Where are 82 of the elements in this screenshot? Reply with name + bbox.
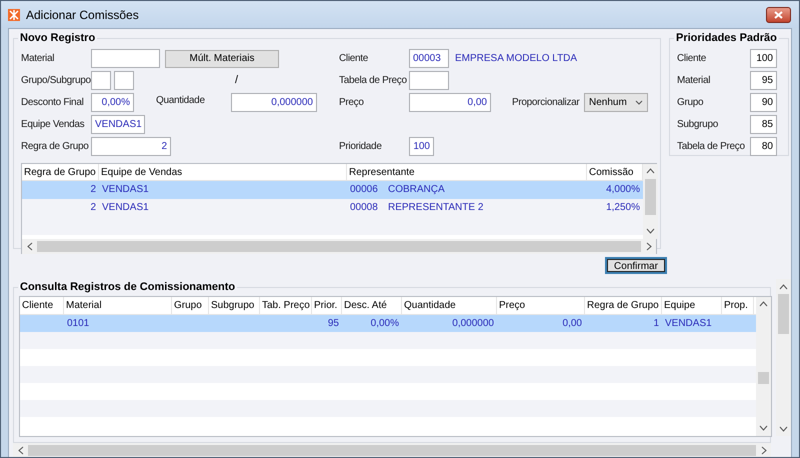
field-label: Desconto Final	[21, 96, 84, 110]
close-button[interactable]	[766, 6, 791, 22]
group-title: Consulta Registros de Comissionamento	[19, 280, 236, 295]
field-label: Grupo	[677, 96, 704, 110]
input-field[interactable]: 0,00%	[91, 93, 134, 112]
column-header[interactable]: Preço	[497, 296, 585, 314]
group-title: Prioridades Padrão	[675, 31, 778, 46]
input-field[interactable]: VENDAS1	[91, 115, 145, 134]
field-label: Preço	[339, 96, 365, 110]
field-label: Quantidade	[156, 94, 206, 108]
column-header[interactable]: Subgrupo	[209, 296, 260, 314]
app-icon	[8, 8, 20, 20]
input-field[interactable]: 00003	[409, 49, 449, 68]
column-header[interactable]: Cliente	[20, 296, 64, 314]
input-field[interactable]: 100	[750, 49, 777, 68]
column-header[interactable]: Equipe	[662, 296, 722, 314]
representative-name: COBRANÇA	[388, 183, 445, 197]
table-cell-text: 0,000000	[451, 316, 495, 330]
table-cell-text: 0,00%	[370, 316, 400, 330]
scrollbar-thumb[interactable]	[28, 445, 756, 456]
input-field[interactable]: 100	[409, 137, 434, 156]
column-header[interactable]: Tab. Preço	[260, 296, 312, 314]
input-field[interactable]	[91, 71, 111, 90]
client-name: EMPRESA MODELO LTDA	[455, 52, 578, 66]
input-field[interactable]: 85	[750, 115, 777, 134]
table-cell-text: VENDAS1	[101, 183, 150, 197]
field-label: Material	[677, 74, 712, 88]
input-field[interactable]: 0,00	[409, 93, 491, 112]
table-cell-text: 95	[326, 316, 340, 330]
table-row[interactable]: 0101 95 0,00% 0,000000 0,00 1 VENDAS1	[20, 314, 756, 332]
table-cell-text: 2	[89, 201, 97, 215]
caret-icon	[635, 100, 643, 105]
field-label: Prioridade	[339, 140, 383, 154]
scrollbar-thumb[interactable]	[778, 294, 789, 334]
table-cell-text: 1	[652, 316, 660, 330]
window-title: Adicionar Comissões	[26, 6, 139, 24]
scrollbar-thumb[interactable]	[37, 240, 641, 252]
field-label: Tabela de Preço	[677, 140, 746, 154]
table-cell-text: 0,00	[562, 316, 583, 330]
table-cell-text: 0101	[66, 316, 90, 330]
dropdown[interactable]: Nenhum	[584, 93, 648, 112]
column-header[interactable]: Desc. Até	[342, 296, 402, 314]
field-label: Grupo/Subgrupo	[21, 74, 91, 88]
table-cell-text: VENDAS1	[101, 201, 150, 215]
input-field[interactable]: 90	[750, 93, 777, 112]
field-label: Regra de Grupo	[21, 140, 90, 154]
input-field[interactable]: 0,000000	[231, 93, 317, 112]
scrollbar-thumb[interactable]	[645, 178, 656, 214]
close-icon	[774, 10, 783, 18]
column-header[interactable]: Quantidade	[402, 296, 497, 314]
input-field[interactable]	[114, 71, 134, 90]
representative-code: 00008	[350, 201, 379, 215]
field-label: Cliente	[339, 52, 370, 66]
input-field[interactable]	[91, 49, 160, 68]
column-header[interactable]: Prior.	[312, 296, 342, 314]
field-label: Equipe Vendas	[21, 118, 86, 132]
representative-code: 00006	[350, 183, 379, 197]
separator-text: /	[235, 73, 238, 88]
input-field[interactable]: 2	[91, 137, 171, 156]
scrollbar-thumb[interactable]	[758, 372, 769, 384]
table-row[interactable]: 2 VENDAS1 00006 COBRANÇA 4,000%	[22, 180, 643, 198]
table-cell-text: 1,250%	[605, 201, 641, 215]
table-cell-text: 4,000%	[605, 183, 641, 197]
field-label: Subgrupo	[677, 118, 719, 132]
column-header[interactable]: Grupo	[172, 296, 209, 314]
table-row[interactable]: 2 VENDAS1 00008 REPRESENTANTE 2 1,250%	[22, 198, 643, 216]
multi-materials-button[interactable]: Múlt. Materiais	[165, 50, 279, 68]
column-header[interactable]: Prop.	[722, 296, 754, 314]
input-field[interactable]: 95	[750, 71, 777, 90]
input-field[interactable]	[409, 71, 449, 90]
field-label: Tabela de Preço	[339, 74, 408, 88]
confirm-button[interactable]: Confirmar	[605, 257, 667, 274]
field-label: Proporcionalizar	[512, 96, 580, 110]
input-field[interactable]: 80	[750, 137, 777, 156]
representative-name: REPRESENTANTE 2	[388, 201, 484, 215]
table-cell-text: VENDAS1	[664, 316, 713, 330]
table-cell-text: 2	[89, 183, 97, 197]
column-header[interactable]: Material	[64, 296, 172, 314]
field-label: Cliente	[677, 52, 708, 66]
group-title: Novo Registro	[19, 31, 96, 46]
field-label: Material	[21, 52, 56, 66]
column-header[interactable]: Regra de Grupo	[585, 296, 662, 314]
